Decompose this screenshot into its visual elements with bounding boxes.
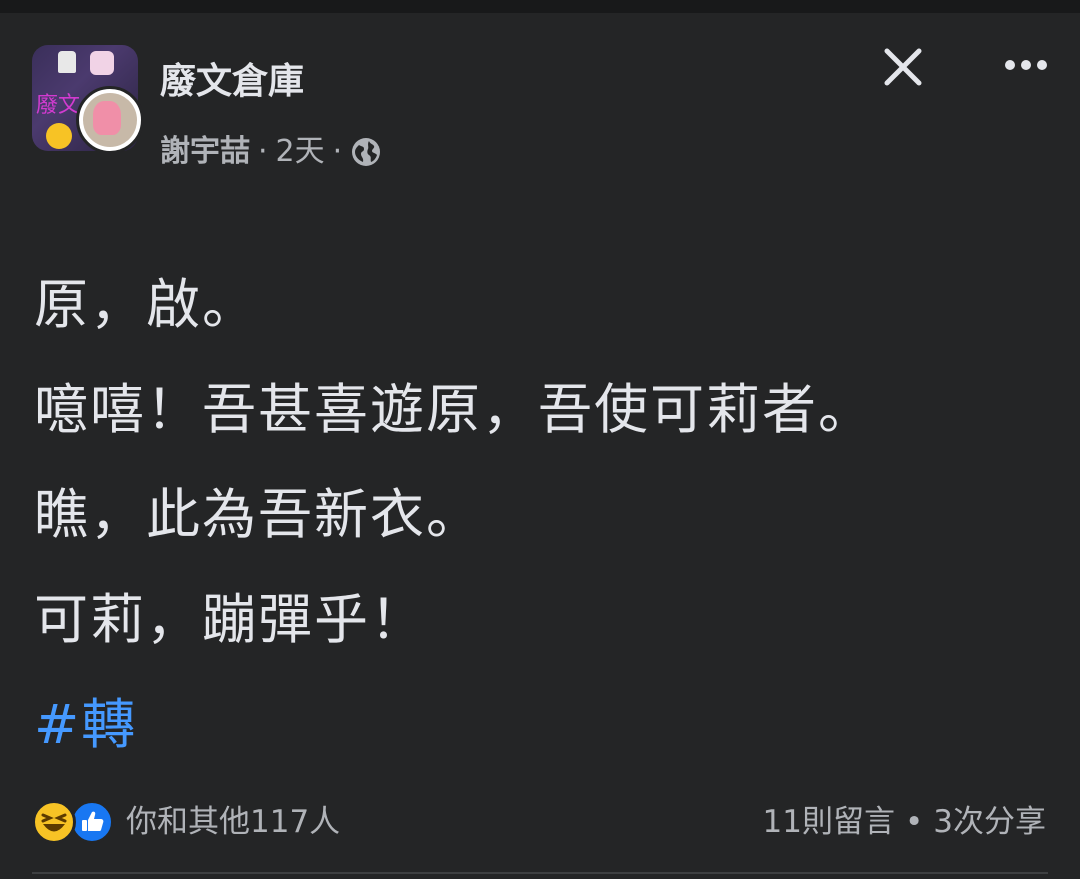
avatar-figure [58, 51, 76, 73]
post-meta: 謝宇喆 · 2天 · [160, 130, 382, 174]
divider [32, 872, 1048, 874]
close-icon[interactable] [880, 44, 926, 90]
post-line: 可莉，蹦彈乎！ [34, 588, 426, 651]
group-name[interactable]: 廢文倉庫 [160, 58, 304, 106]
reaction-summary[interactable]: 你和其他117人 [32, 800, 340, 844]
post-line: 原，啟。 [34, 273, 258, 336]
reaction-count: 你和其他117人 [126, 804, 341, 840]
avatar-emoji [46, 123, 72, 149]
author-avatar[interactable] [76, 86, 144, 154]
globe-icon [350, 136, 382, 168]
comment-count[interactable]: 11則留言 [763, 800, 895, 844]
meta-separator: · [332, 134, 343, 169]
share-count[interactable]: 3次分享 [933, 800, 1046, 844]
like-icon [70, 800, 114, 844]
post-body: 原，啟。 噫嘻！吾甚喜遊原，吾使可莉者。 瞧，此為吾新衣。 可莉，蹦彈乎！ #轉 [34, 252, 874, 777]
avatar-figure [90, 51, 114, 75]
hashtag-link[interactable]: #轉 [34, 672, 874, 777]
post-time[interactable]: 2天 [276, 130, 325, 174]
post-line: 噫嘻！吾甚喜遊原，吾使可莉者。 [34, 378, 874, 441]
meta-separator: · [258, 134, 268, 169]
haha-icon [32, 800, 76, 844]
status-strip [0, 0, 1080, 13]
count-separator: • [904, 804, 924, 840]
avatar-character [93, 101, 121, 135]
engagement-counts: 11則留言 • 3次分享 [763, 800, 1046, 844]
author-name[interactable]: 謝宇喆 [160, 130, 250, 174]
post-line: 瞧，此為吾新衣。 [34, 483, 482, 546]
more-icon[interactable] [1000, 50, 1052, 80]
avatar-logo-text: 廢文 [36, 93, 81, 118]
